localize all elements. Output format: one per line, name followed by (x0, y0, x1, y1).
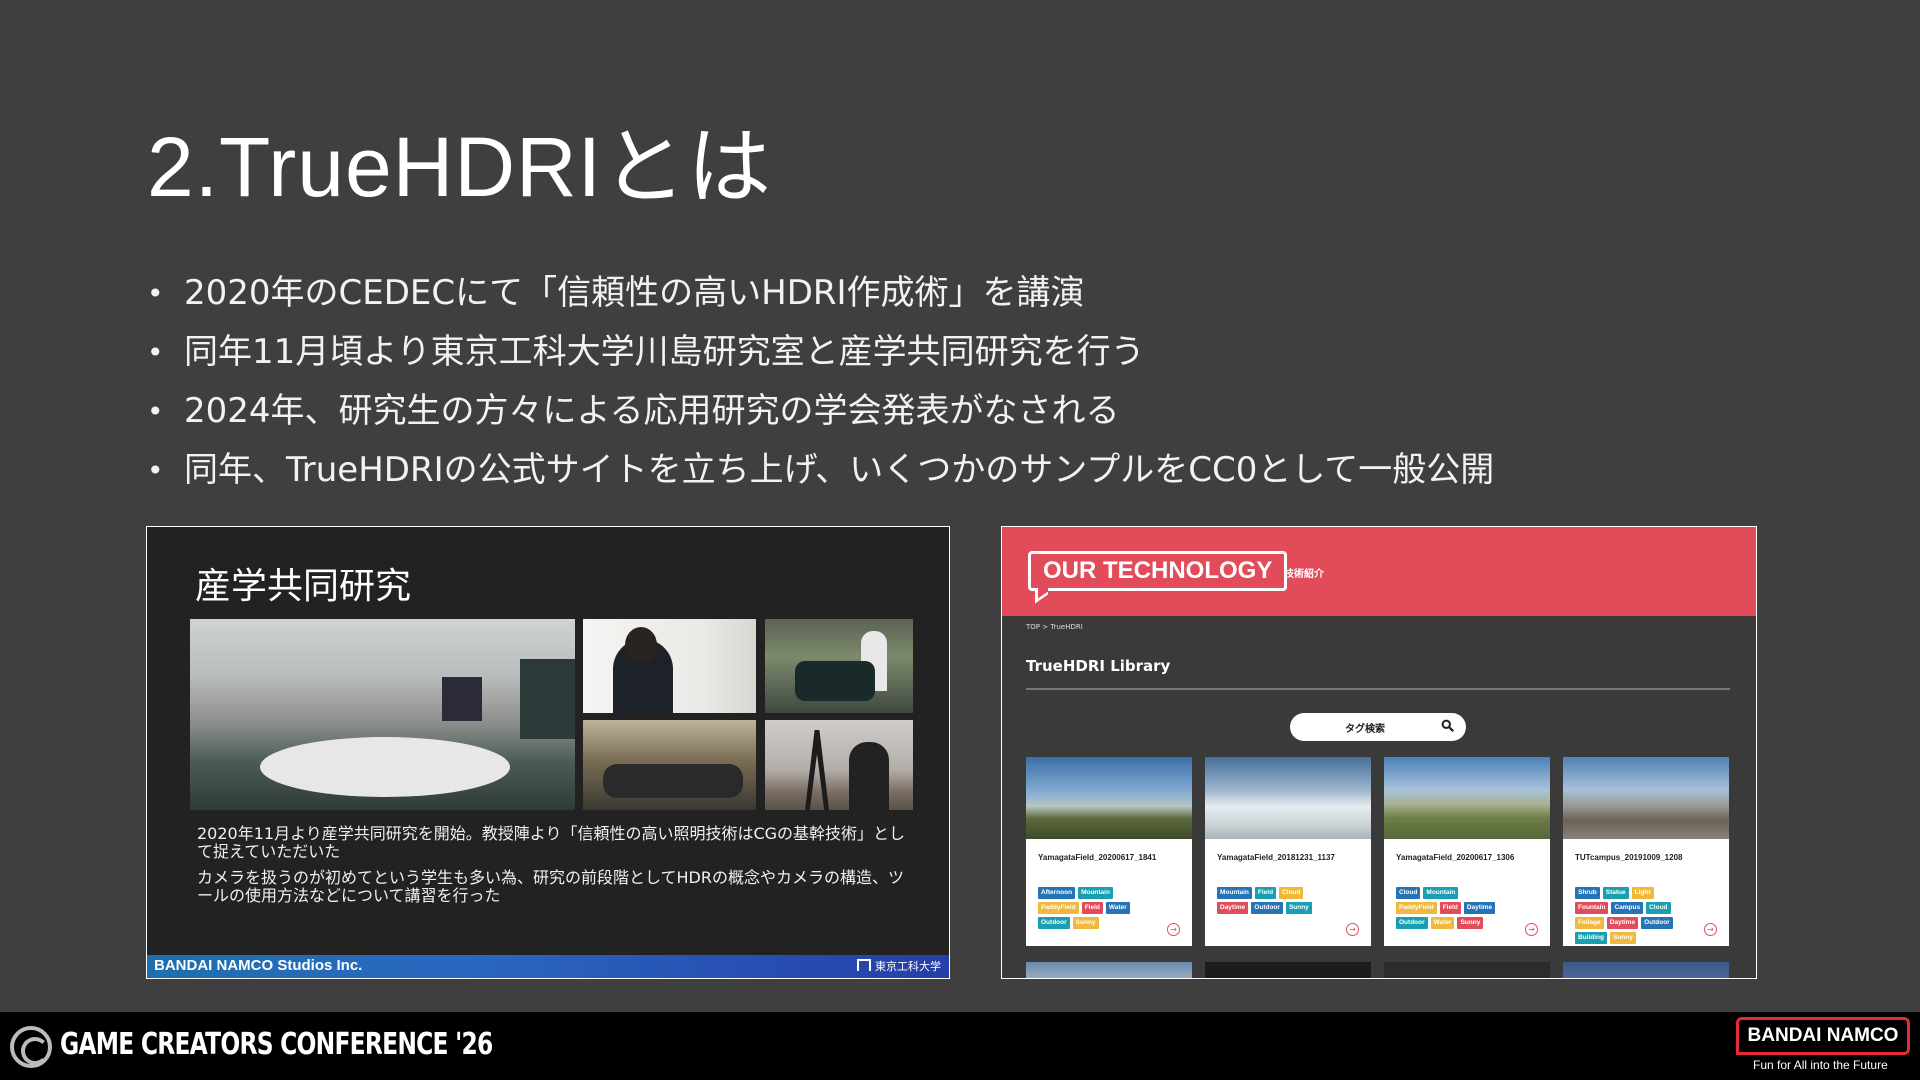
website-header: OUR TECHNOLOGY 技術紹介 (1002, 527, 1756, 616)
research-slide-panel: 産学共同研究 2020年11月より産学共同研究を開始。教授陣より「信頼性の高い照… (146, 526, 950, 979)
tag-search-input[interactable]: タグ検索 (1290, 713, 1466, 741)
tag-chip[interactable]: PaddyField (1396, 902, 1437, 914)
seated-students-photo (583, 720, 756, 810)
hdri-card-title: YamagataField_20181231_1137 (1217, 853, 1335, 862)
hdri-card[interactable]: TUTcampus_20191009_1208 Shrub Statue Light… (1563, 757, 1729, 946)
tag-chip[interactable]: Outdoor (1251, 902, 1283, 914)
tag-chip[interactable]: PaddyField (1038, 902, 1079, 914)
company-name: BANDAI NAMCO Studios Inc. (154, 957, 363, 974)
university-logo-text: 東京工科大学 (875, 960, 941, 973)
website-screenshot-panel: OUR TECHNOLOGY 技術紹介 TOP > TrueHDRI TrueH… (1001, 526, 1757, 979)
gcc-logo-icon (10, 1026, 52, 1068)
arrow-right-icon[interactable]: → (1346, 923, 1359, 936)
hdri-card[interactable]: YamagataField_20200617_1306 Cloud Mountai… (1384, 757, 1550, 946)
tag-chip[interactable]: Shrub (1575, 887, 1600, 899)
tag-chip[interactable]: Field (1254, 887, 1277, 899)
bandai-namco-logo: BANDAI NAMCO (1736, 1017, 1910, 1055)
slide-title: 2.TrueHDRIとは (147, 120, 772, 214)
library-title: TrueHDRI Library (1026, 657, 1171, 675)
research-description-1: 2020年11月より産学共同研究を開始。教授陣より「信頼性の高い照明技術はCGの… (197, 824, 906, 861)
tag-chip[interactable]: Light (1631, 887, 1654, 899)
divider (1026, 688, 1730, 690)
hdri-card-title: YamagataField_20200617_1306 (1396, 853, 1515, 862)
tag-search-placeholder: タグ検索 (1345, 724, 1385, 735)
tag-chip[interactable]: Campus (1611, 902, 1644, 914)
university-mark-icon (857, 959, 871, 971)
tag-chip[interactable]: Outdoor (1641, 917, 1673, 929)
hdri-card-title: TUTcampus_20191009_1208 (1575, 853, 1683, 862)
bullet-item: 同年11月頃より東京工科大学川島研究室と産学共同研究を行う (147, 323, 1797, 382)
hdri-thumbnail[interactable] (1563, 962, 1729, 978)
tag-list: Shrub Statue Light Fountain Campus Cloud Folia… (1575, 887, 1675, 944)
whiteboard-lecture-photo (583, 619, 756, 713)
tag-chip[interactable]: Statue (1602, 887, 1629, 899)
hdri-thumbnail[interactable] (1205, 757, 1371, 839)
hdri-thumbnail[interactable] (1384, 962, 1550, 978)
tag-chip[interactable]: Water (1105, 902, 1130, 914)
group-discussion-photo (765, 619, 913, 713)
hdri-thumbnail[interactable] (1563, 757, 1729, 839)
tag-list: Cloud Mountain PaddyField Field Daytime Outdo… (1396, 887, 1496, 929)
conference-footer: GAME CREATORS CONFERENCE '26 BANDAI NAMC… (0, 1012, 1920, 1080)
arrow-right-icon[interactable]: → (1167, 923, 1180, 936)
tag-chip[interactable]: Outdoor (1038, 917, 1070, 929)
hdri-card-title: YamagataField_20200617_1841 (1038, 853, 1157, 862)
research-slide-title: 産学共同研究 (195, 566, 412, 607)
arrow-right-icon[interactable]: → (1704, 923, 1717, 936)
hdri-thumbnail[interactable] (1026, 962, 1192, 978)
tag-chip[interactable]: Afternoon (1038, 887, 1076, 899)
bullet-list: 2020年のCEDECにて「信頼性の高いHDRI作成術」を講演 同年11月頃より… (147, 264, 1797, 500)
tag-chip[interactable]: Daytime (1217, 902, 1249, 914)
tag-chip[interactable]: Building (1575, 932, 1607, 944)
hdri-card[interactable]: YamagataField_20200617_1841 Afternoon Mou… (1026, 757, 1192, 946)
tag-chip[interactable]: Mountain (1423, 887, 1459, 899)
breadcrumb[interactable]: TOP > TrueHDRI (1026, 623, 1083, 631)
tag-chip[interactable]: Cloud (1396, 887, 1421, 899)
bullet-item: 同年、TrueHDRIの公式サイトを立ち上げ、いくつかのサンプルをCC0として一… (147, 441, 1797, 500)
tag-chip[interactable]: Daytime (1606, 917, 1639, 929)
tag-chip[interactable]: Mountain (1078, 887, 1113, 899)
technology-subtitle: 技術紹介 (1284, 569, 1324, 580)
our-technology-badge: OUR TECHNOLOGY (1028, 551, 1288, 591)
tag-chip[interactable]: Fountain (1575, 902, 1609, 914)
brand-tagline: Fun for All into the Future (1753, 1058, 1888, 1072)
tag-chip[interactable]: Field (1439, 902, 1461, 914)
research-description-2: カメラを扱うのが初めてという学生も多い為、研究の前段階としてHDRの概念やカメラ… (197, 868, 904, 905)
university-logo: 東京工科大学 (857, 958, 941, 974)
hdri-thumbnail[interactable] (1384, 757, 1550, 839)
bullet-item: 2020年のCEDECにて「信頼性の高いHDRI作成術」を講演 (147, 264, 1797, 323)
tag-chip[interactable]: Daytime (1463, 902, 1496, 914)
tag-chip[interactable]: Sunny (1457, 917, 1484, 929)
tag-chip[interactable]: Outdoor (1396, 917, 1428, 929)
search-icon[interactable] (1441, 719, 1454, 732)
research-slide-footer: BANDAI NAMCO Studios Inc. 東京工科大学 (147, 955, 949, 978)
tag-chip[interactable]: Water (1430, 917, 1455, 929)
tag-chip[interactable]: Sunny (1285, 902, 1312, 914)
brand-name: BANDAI NAMCO (1747, 1025, 1899, 1046)
hdri-thumbnail[interactable] (1026, 757, 1192, 839)
hdri-card[interactable]: YamagataField_20181231_1137 Mountain Fiel… (1205, 757, 1371, 946)
conference-name: GAME CREATORS CONFERENCE '26 (60, 1027, 493, 1062)
tag-chip[interactable]: Cloud (1646, 902, 1671, 914)
tag-list: Afternoon Mountain PaddyField Field Water Out… (1038, 887, 1138, 929)
tag-chip[interactable]: Cloud (1279, 887, 1304, 899)
tag-chip[interactable]: Mountain (1217, 887, 1252, 899)
hdri-thumbnail[interactable] (1205, 962, 1371, 978)
camera-tripod-photo (765, 720, 913, 810)
bullet-item: 2024年、研究生の方々による応用研究の学会発表がなされる (147, 382, 1797, 441)
tag-list: Mountain Field Cloud Daytime Outdoor Sunny (1217, 887, 1317, 914)
tag-chip[interactable]: Foliage (1575, 917, 1604, 929)
tag-chip[interactable]: Sunny (1072, 917, 1099, 929)
arrow-right-icon[interactable]: → (1525, 923, 1538, 936)
tag-chip[interactable]: Sunny (1610, 932, 1636, 944)
tag-chip[interactable]: Field (1081, 902, 1103, 914)
classroom-photo (190, 619, 575, 810)
